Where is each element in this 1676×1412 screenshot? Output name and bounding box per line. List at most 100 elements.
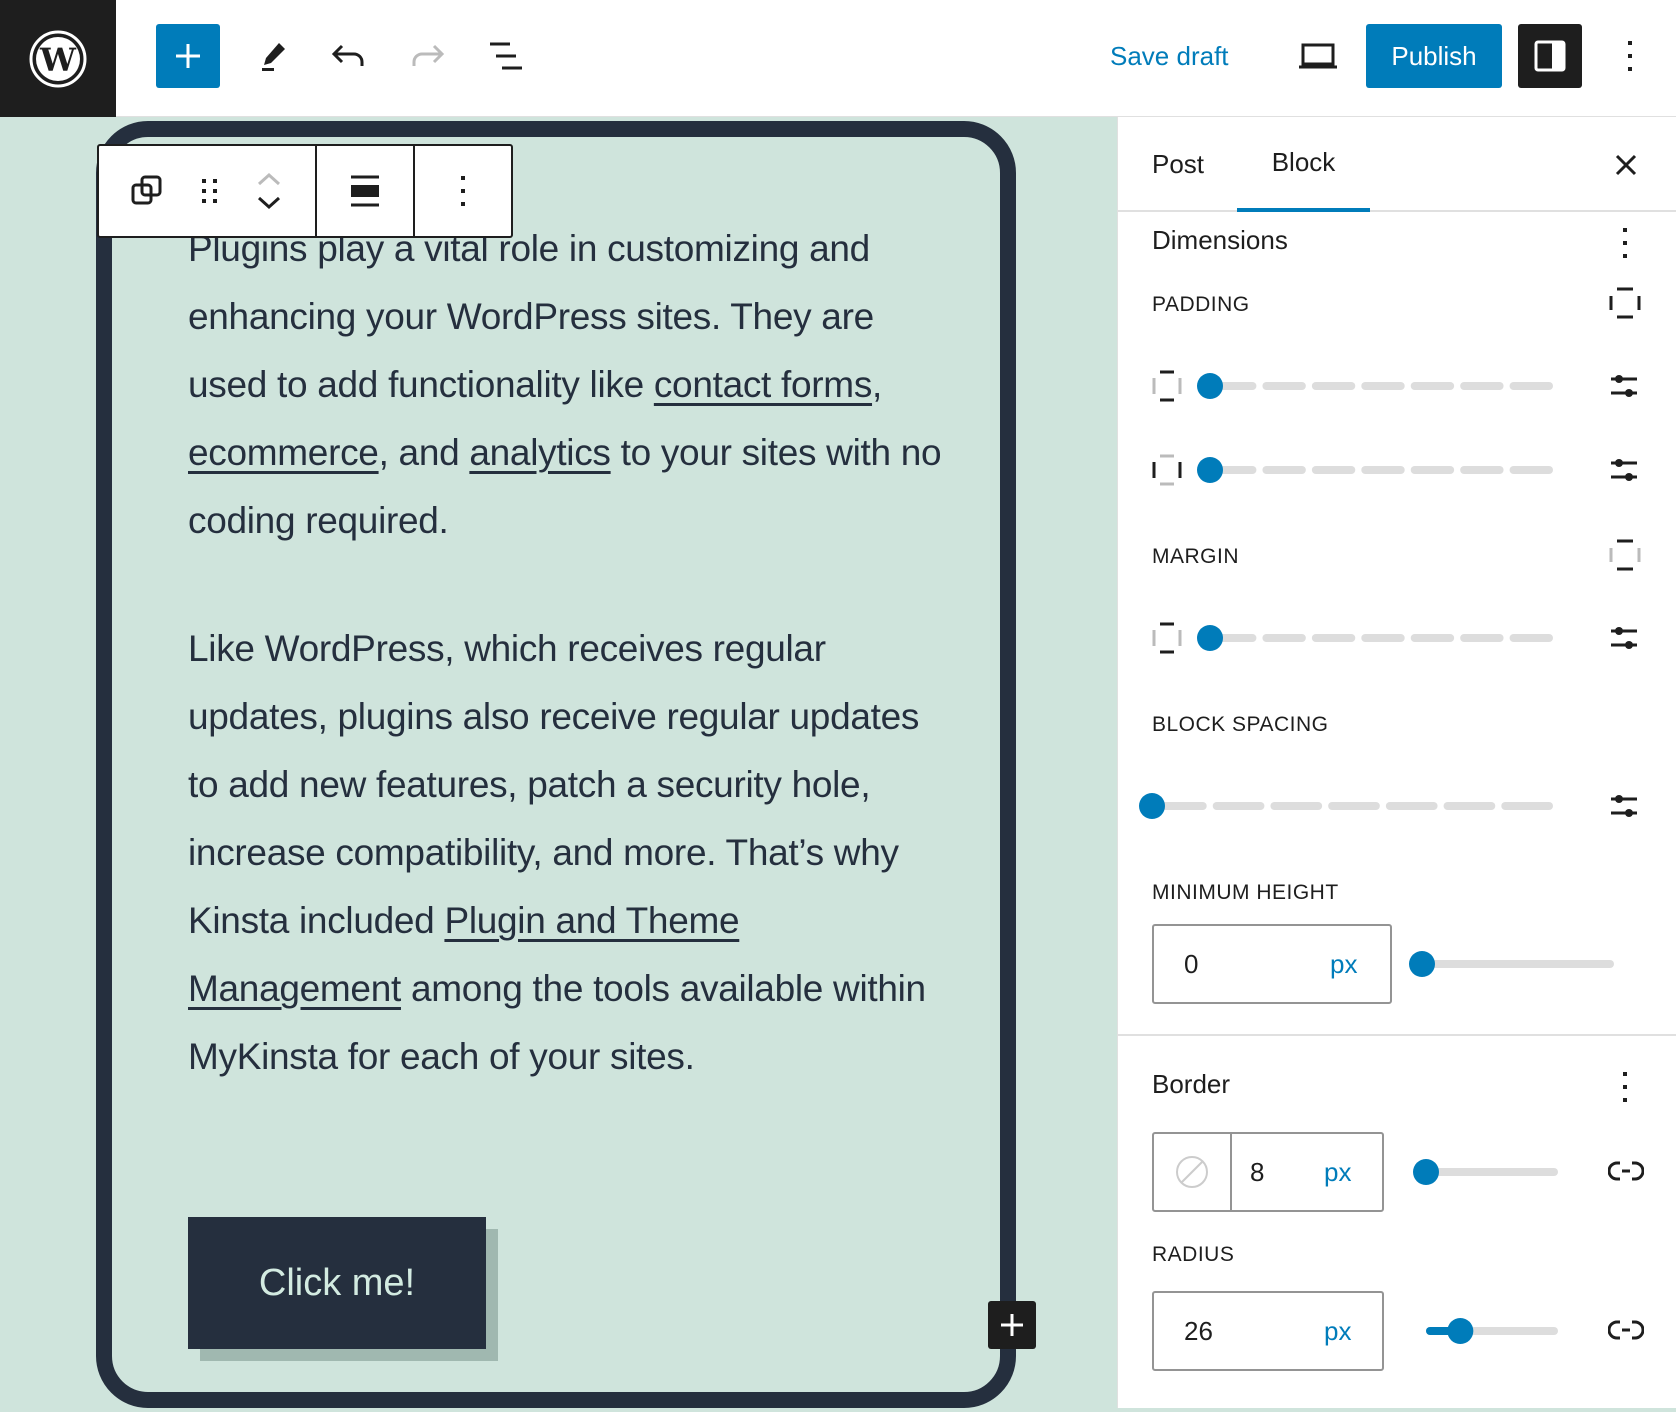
inline-link[interactable]: analytics bbox=[469, 432, 611, 473]
padding-vertical-slider[interactable] bbox=[1196, 371, 1556, 401]
border-width-control: 8 px bbox=[1152, 1132, 1384, 1212]
padding-horizontal-slider[interactable] bbox=[1196, 455, 1556, 485]
border-color-button[interactable] bbox=[1154, 1134, 1232, 1210]
save-draft-button[interactable]: Save draft bbox=[1110, 30, 1229, 82]
radius-input[interactable]: 26 px bbox=[1152, 1291, 1384, 1371]
align-button[interactable] bbox=[317, 146, 413, 236]
slider-step bbox=[1443, 802, 1496, 810]
close-sidebar-button[interactable] bbox=[1606, 145, 1646, 185]
list-view-icon bbox=[490, 42, 522, 70]
tools-button[interactable] bbox=[248, 30, 300, 82]
plus-icon bbox=[1001, 1314, 1023, 1336]
paragraph-text: , and bbox=[378, 432, 470, 473]
more-vertical-icon bbox=[1628, 41, 1632, 71]
desktop-icon bbox=[1299, 43, 1337, 69]
tab-post[interactable]: Post bbox=[1152, 117, 1204, 212]
margin-label: MARGIN bbox=[1152, 545, 1239, 568]
sidebar-tabs: Post Block bbox=[1118, 117, 1676, 212]
radius-unit-select[interactable]: px bbox=[1324, 1316, 1351, 1347]
sides-all-icon bbox=[1609, 287, 1641, 319]
click-me-button[interactable]: Click me! bbox=[188, 1217, 486, 1349]
editor-canvas: Plugins play a vital role in customizing… bbox=[0, 117, 1117, 1408]
chevron-up-icon[interactable] bbox=[257, 172, 281, 186]
wordpress-logo-icon: W bbox=[29, 30, 87, 87]
tab-block[interactable]: Block bbox=[1237, 117, 1370, 212]
pencil-icon bbox=[262, 43, 285, 71]
block-spacing-label: BLOCK SPACING bbox=[1152, 713, 1329, 736]
margin-vertical-custom-button[interactable] bbox=[1606, 623, 1642, 653]
radius-label: RADIUS bbox=[1152, 1243, 1235, 1266]
button-block: Click me! bbox=[188, 1217, 498, 1361]
inline-link[interactable]: contact forms bbox=[654, 364, 872, 405]
min-height-value: 0 bbox=[1184, 948, 1199, 979]
inline-link[interactable]: ecommerce bbox=[188, 432, 379, 473]
min-height-unit-select[interactable]: px bbox=[1330, 949, 1357, 980]
block-inserter-button[interactable] bbox=[156, 24, 220, 88]
slider-step bbox=[1311, 466, 1356, 474]
border-width-value[interactable]: 8 bbox=[1250, 1157, 1264, 1188]
sides-vertical-icon bbox=[1609, 539, 1641, 571]
slider-step bbox=[1501, 802, 1553, 810]
align-wide-icon bbox=[351, 175, 379, 207]
slider-step bbox=[1410, 382, 1455, 390]
publish-button[interactable]: Publish bbox=[1366, 24, 1502, 88]
slider-step bbox=[1311, 634, 1356, 642]
redo-button[interactable] bbox=[402, 30, 454, 82]
block-transform-button[interactable] bbox=[99, 146, 195, 236]
padding-vertical-custom-button[interactable] bbox=[1606, 371, 1642, 401]
group-icon bbox=[131, 175, 162, 205]
border-width-slider[interactable] bbox=[1412, 1157, 1572, 1187]
group-block[interactable]: Plugins play a vital role in customizing… bbox=[96, 121, 1036, 1408]
border-options-button[interactable] bbox=[1610, 1067, 1640, 1107]
settings-sidebar: Post Block Dimensions PADDING MARGIN BLO… bbox=[1117, 117, 1676, 1408]
chevron-down-icon[interactable] bbox=[257, 196, 281, 210]
slider-track bbox=[1426, 1168, 1558, 1176]
slider-step bbox=[1212, 802, 1265, 810]
dimensions-options-button[interactable] bbox=[1610, 223, 1640, 263]
slider-step bbox=[1361, 634, 1405, 642]
border-width-unit-select[interactable]: px bbox=[1324, 1157, 1351, 1188]
undo-button[interactable] bbox=[322, 30, 374, 82]
drag-handle[interactable] bbox=[195, 146, 225, 236]
wordpress-logo[interactable]: W bbox=[0, 0, 116, 117]
unlink-sides-button[interactable] bbox=[1606, 1155, 1646, 1189]
block-spacing-slider[interactable] bbox=[1138, 791, 1556, 821]
options-menu-button[interactable] bbox=[1610, 30, 1650, 82]
sides-horizontal-icon bbox=[1152, 454, 1182, 486]
editor-header: W Save draft Publish bbox=[0, 0, 1676, 117]
slider-thumb bbox=[1139, 793, 1165, 819]
padding-horizontal-icon bbox=[1152, 453, 1182, 487]
slider-step bbox=[1328, 802, 1380, 810]
slider-step bbox=[1361, 382, 1405, 390]
sides-vertical-icon bbox=[1152, 370, 1182, 402]
settings-toggle-button[interactable] bbox=[1518, 24, 1582, 88]
radius-slider[interactable] bbox=[1412, 1316, 1572, 1346]
min-height-slider[interactable] bbox=[1408, 949, 1628, 979]
append-block-button[interactable] bbox=[988, 1301, 1036, 1349]
padding-horizontal-custom-button[interactable] bbox=[1606, 455, 1642, 485]
dimensions-title: Dimensions bbox=[1152, 225, 1288, 255]
paragraph-text: , bbox=[872, 364, 883, 405]
list-view-button[interactable] bbox=[482, 30, 534, 82]
preview-button[interactable] bbox=[1290, 30, 1346, 82]
paragraph-block[interactable]: Like WordPress, which receives regular u… bbox=[188, 615, 948, 1091]
unlink-icon bbox=[1608, 1161, 1644, 1181]
paragraph-block[interactable]: Plugins play a vital role in customizing… bbox=[188, 215, 948, 555]
block-toolbar-group bbox=[317, 146, 415, 236]
slider-step bbox=[1460, 634, 1504, 642]
slider-step bbox=[1262, 466, 1306, 474]
radius-unlink-button[interactable] bbox=[1606, 1314, 1646, 1348]
panel-divider bbox=[1118, 1034, 1676, 1036]
slider-step bbox=[1509, 634, 1553, 642]
unlink-icon bbox=[1608, 1320, 1644, 1340]
slider-thumb bbox=[1197, 625, 1223, 651]
more-vertical-icon bbox=[461, 176, 465, 206]
plus-icon bbox=[176, 44, 200, 68]
padding-unlink-sides-button[interactable] bbox=[1608, 285, 1642, 321]
block-options-button[interactable] bbox=[415, 146, 511, 236]
settings-sliders-icon bbox=[1611, 627, 1637, 649]
margin-unlink-sides-button[interactable] bbox=[1608, 537, 1642, 573]
margin-vertical-slider[interactable] bbox=[1196, 623, 1556, 653]
min-height-input[interactable]: 0 px bbox=[1152, 924, 1392, 1004]
block-spacing-custom-button[interactable] bbox=[1606, 791, 1642, 821]
